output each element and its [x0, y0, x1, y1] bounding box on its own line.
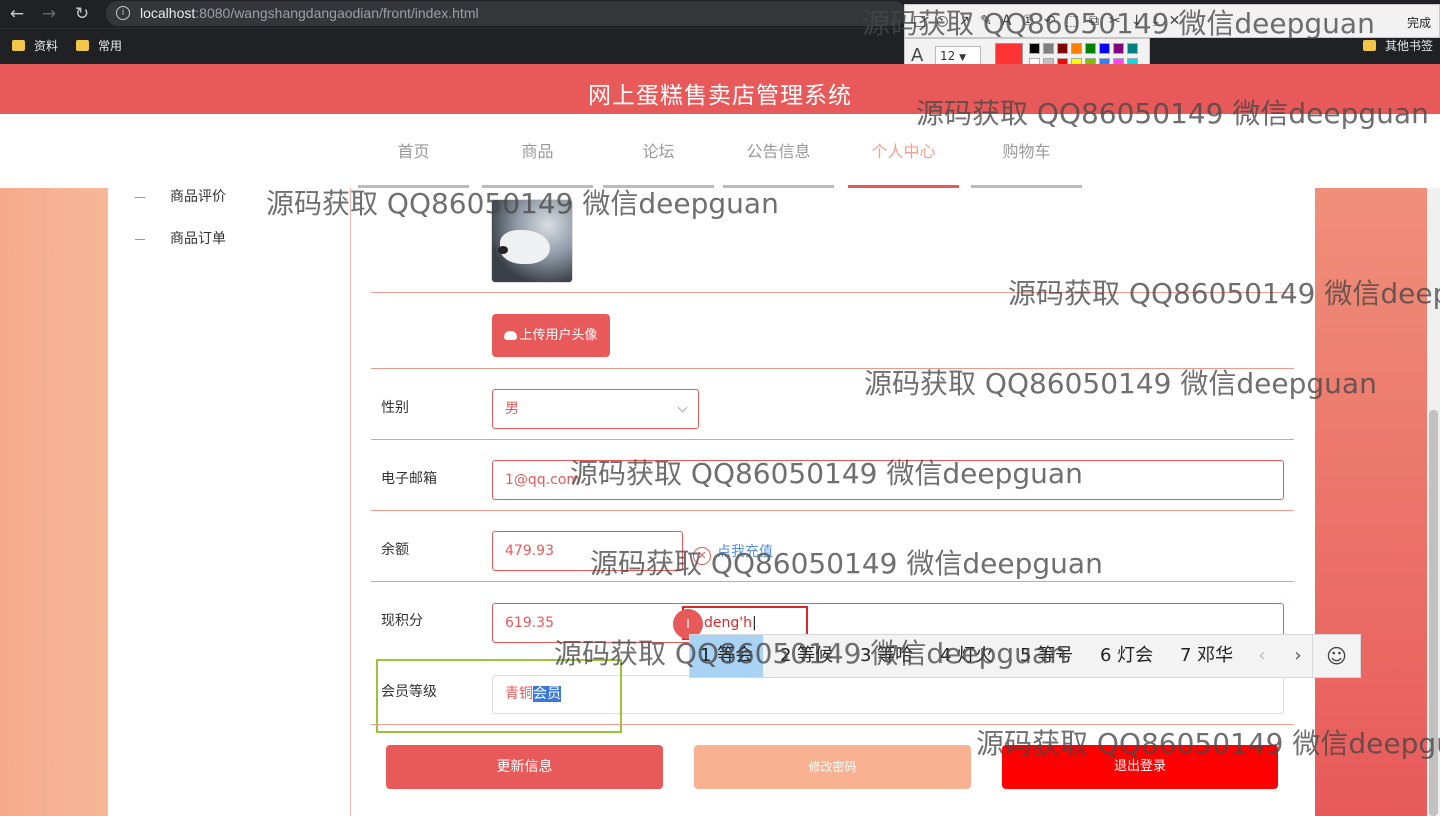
chevron-down-icon [677, 402, 688, 413]
url-host: localhost [140, 5, 196, 21]
nav-products[interactable]: 商品 [482, 138, 593, 192]
address-bar[interactable]: i localhost:8080/wangshangdangaodian/fro… [106, 1, 906, 26]
bookmark-folder-common[interactable]: 常用 [76, 38, 122, 54]
snip-done-button[interactable]: 完成 [1407, 14, 1431, 31]
color-swatch[interactable] [1113, 43, 1124, 54]
forward-arrow-icon[interactable]: → [38, 3, 60, 25]
url-path: :8080/wangshangdangaodian/front/index.ht… [195, 5, 479, 21]
color-swatch[interactable] [1071, 43, 1082, 54]
cloud-upload-icon [504, 331, 518, 340]
main-nav: 首页 商品 论坛 公告信息 个人中心 购物车 [0, 114, 1440, 192]
divider [371, 368, 1294, 369]
divider [371, 439, 1294, 440]
ime-candidate[interactable]: 6 灯会 [1090, 635, 1163, 677]
ime-candidate[interactable]: 7 邓华 [1170, 635, 1243, 677]
sidebar-item-orders[interactable]: 商品订单 [135, 228, 226, 248]
site-title: 网上蛋糕售卖店管理系统 [588, 83, 852, 109]
points-label: 现积分 [381, 613, 423, 629]
ime-candidate[interactable]: 4 灯火 [930, 635, 1003, 677]
info-icon[interactable]: i [116, 6, 130, 20]
nav-forum[interactable]: 论坛 [603, 138, 714, 192]
email-field[interactable]: 1@qq.com [492, 460, 1284, 500]
emoji-icon[interactable]: ☺ [1312, 635, 1360, 677]
divider [371, 292, 1294, 293]
ime-candidate[interactable]: 5 等号 [1010, 635, 1083, 677]
ime-candidate[interactable]: 1 等会 [690, 635, 764, 677]
back-arrow-icon[interactable]: ← [6, 3, 28, 25]
nav-profile[interactable]: 个人中心 [848, 138, 959, 192]
color-swatch[interactable] [1029, 43, 1040, 54]
font-icon: A [911, 45, 924, 66]
annotation-tools-icons[interactable]: □○↗✎A①↶⬚⧉✂↓⤓✕ [913, 13, 1190, 29]
site-header: 网上蛋糕售卖店管理系统 [0, 64, 1440, 114]
change-password-button[interactable]: 修改密码 [694, 745, 971, 789]
balance-label: 余额 [381, 542, 409, 558]
ime-candidate-bar: 1 等会 2 等候 3 等哈 4 灯火 5 等号 6 灯会 7 邓华 ‹ › ☺ [689, 634, 1361, 678]
reload-icon[interactable]: ↻ [71, 3, 93, 25]
sidebar-item-reviews[interactable]: 商品评价 [135, 186, 226, 206]
nav-cart[interactable]: 购物车 [971, 138, 1082, 192]
color-swatch[interactable] [1099, 43, 1110, 54]
folder-icon [76, 40, 89, 51]
email-label: 电子邮箱 [381, 471, 437, 487]
ime-prev-page-icon[interactable]: ‹ [1244, 635, 1280, 677]
ime-candidate[interactable]: 3 等哈 [850, 635, 923, 677]
bookmark-folder-other[interactable]: 其他书签 [1363, 38, 1433, 54]
bookmark-folder-docs[interactable]: 资料 [12, 38, 58, 54]
color-swatch[interactable] [1043, 43, 1054, 54]
ime-next-page-icon[interactable]: › [1280, 635, 1316, 677]
divider [371, 724, 1294, 725]
ime-candidate[interactable]: 2 等候 [770, 635, 843, 677]
divider [371, 510, 1294, 511]
scrollbar-thumb[interactable] [1429, 410, 1438, 816]
color-swatch[interactable] [1057, 43, 1068, 54]
nav-home[interactable]: 首页 [358, 138, 469, 192]
user-avatar [491, 199, 573, 283]
folder-icon [12, 40, 25, 51]
folder-icon [1363, 40, 1376, 51]
nav-announcements[interactable]: 公告信息 [723, 138, 834, 192]
divider [371, 581, 1294, 582]
font-size-select[interactable]: 12 ▼ [935, 46, 981, 66]
annotation-highlight-box [376, 659, 622, 733]
gender-label: 性别 [381, 400, 409, 416]
right-decoration [1315, 188, 1427, 816]
recharge-link[interactable]: ✕ 点我充值 [693, 541, 773, 565]
close-circle-icon: ✕ [693, 547, 711, 565]
color-swatch[interactable] [1085, 43, 1096, 54]
screenshot-toolbar: □○↗✎A①↶⬚⧉✂↓⤓✕ 完成 [904, 4, 1440, 38]
balance-field[interactable]: 479.93 [492, 531, 683, 571]
update-info-button[interactable]: 更新信息 [386, 745, 663, 789]
left-decoration [0, 188, 108, 816]
logout-button[interactable]: 退出登录 [1002, 745, 1278, 789]
gender-select[interactable]: 男 [492, 389, 699, 429]
color-swatch[interactable] [1127, 43, 1138, 54]
upload-avatar-button[interactable]: 上传用户头像 [492, 314, 610, 357]
